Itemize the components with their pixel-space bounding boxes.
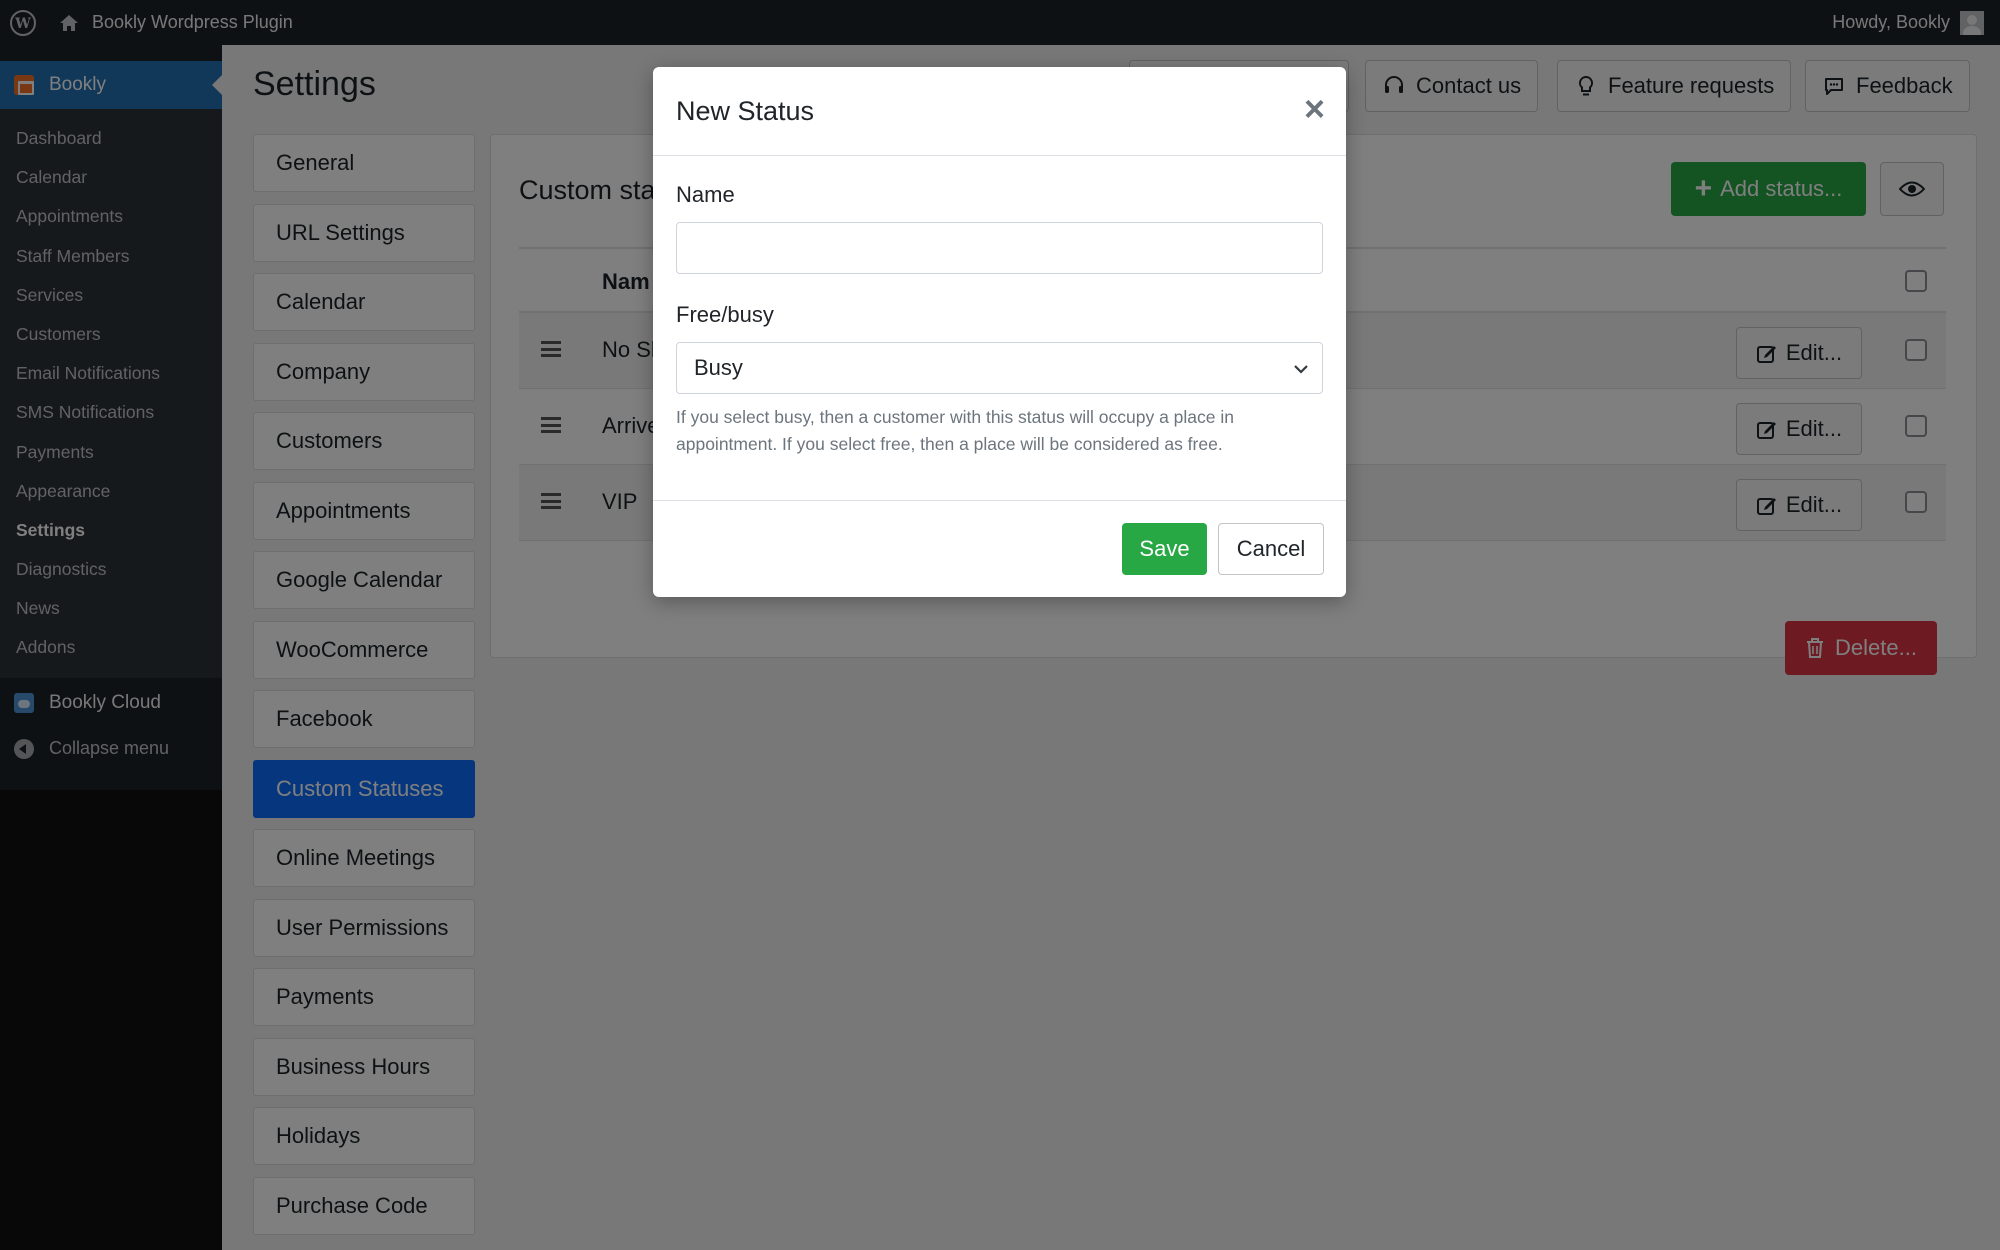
modal-footer: Save Cancel bbox=[653, 501, 1346, 597]
close-icon[interactable]: × bbox=[1304, 91, 1325, 127]
free-busy-label: Free/busy bbox=[676, 302, 774, 327]
free-busy-value: Busy bbox=[694, 355, 743, 380]
modal-header: New Status × bbox=[653, 67, 1346, 156]
modal-title: New Status bbox=[676, 96, 815, 126]
name-input[interactable] bbox=[676, 222, 1323, 274]
name-label: Name bbox=[676, 182, 735, 207]
save-button[interactable]: Save bbox=[1122, 523, 1207, 575]
free-busy-select[interactable]: Busy bbox=[676, 342, 1323, 394]
free-busy-help-text: If you select busy, then a customer with… bbox=[676, 407, 1234, 454]
modal-body: Name Free/busy Busy If you select busy, … bbox=[653, 156, 1346, 501]
cancel-button[interactable]: Cancel bbox=[1218, 523, 1324, 575]
chevron-down-icon bbox=[1294, 365, 1308, 374]
new-status-modal: New Status × Name Free/busy Busy If you … bbox=[653, 67, 1346, 597]
